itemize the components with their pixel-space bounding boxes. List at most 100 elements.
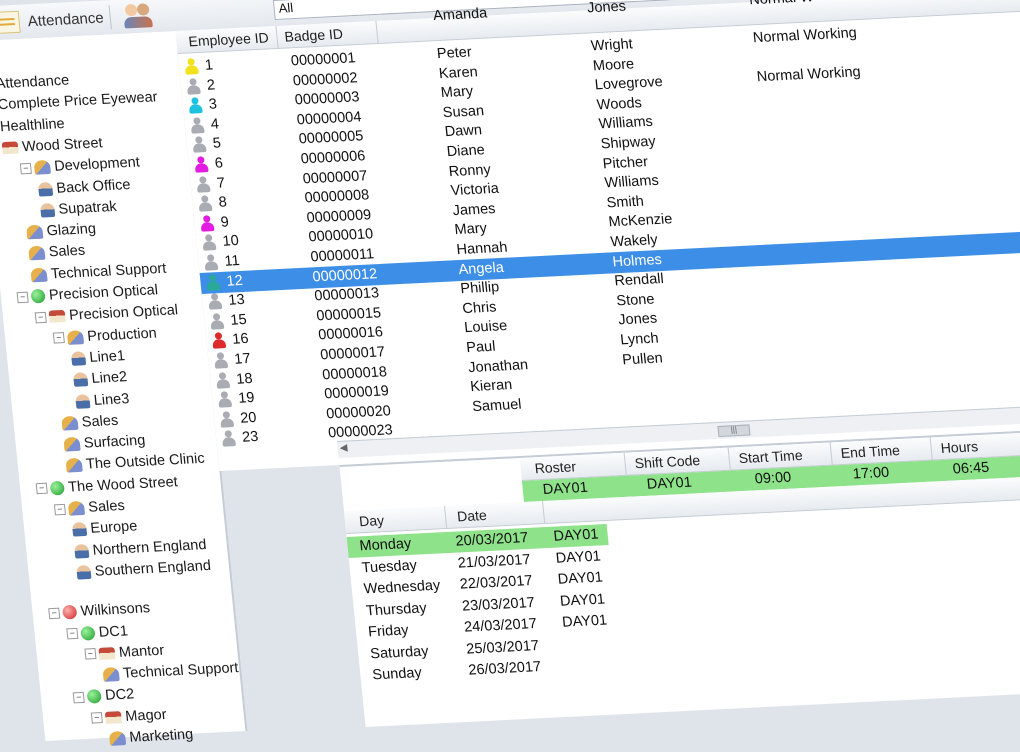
shift-code-column-header[interactable]: Shift Code bbox=[634, 452, 701, 471]
company-green-icon bbox=[80, 626, 95, 641]
column-divider[interactable] bbox=[444, 506, 447, 528]
tree-node[interactable]: Back Office bbox=[37, 175, 131, 200]
column-divider[interactable] bbox=[728, 448, 731, 470]
roster-cell: DAY01 bbox=[553, 526, 599, 544]
employee-grid: Employee ID Badge ID Amanda Jones Normal… bbox=[175, 0, 1020, 471]
tree-node-label: Precision Optical bbox=[48, 282, 158, 303]
first-name-cell: Susan bbox=[442, 103, 485, 121]
tree-node[interactable]: −Sales bbox=[53, 496, 125, 520]
first-name-cell: Victoria bbox=[450, 181, 500, 199]
first-name-cell: Dawn bbox=[444, 123, 483, 141]
column-divider[interactable] bbox=[624, 453, 627, 475]
roster-panel: Roster Shift Code Start Time End Time Ho… bbox=[339, 425, 1020, 727]
collapse-icon[interactable]: − bbox=[48, 607, 60, 619]
day-column-header[interactable]: Day bbox=[358, 512, 385, 529]
last-name-cell: Williams bbox=[604, 173, 660, 192]
department-icon bbox=[67, 330, 84, 345]
day-cell: Thursday bbox=[365, 600, 427, 619]
tree-node[interactable]: Line1 bbox=[70, 346, 125, 369]
first-name-cell: Angela bbox=[458, 259, 505, 277]
employee-id-cell: 18 bbox=[236, 370, 254, 387]
collapse-icon[interactable]: − bbox=[20, 163, 32, 175]
roster-column-header[interactable]: Roster bbox=[534, 458, 577, 476]
date-cell: 23/03/2017 bbox=[461, 594, 535, 614]
company-green-icon bbox=[30, 289, 45, 304]
person-icon bbox=[219, 411, 234, 429]
employee-id-cell: 16 bbox=[232, 331, 250, 348]
collapse-icon[interactable]: − bbox=[35, 312, 47, 324]
team-icon bbox=[72, 522, 87, 537]
last-name-cell: Rendall bbox=[614, 271, 665, 289]
collapse-icon[interactable]: − bbox=[91, 712, 103, 724]
collapse-icon[interactable]: − bbox=[17, 291, 29, 303]
tree-node[interactable]: Line2 bbox=[73, 367, 128, 390]
employee-id-cell: 12 bbox=[226, 272, 244, 289]
person-icon bbox=[188, 97, 203, 115]
users-icon bbox=[123, 3, 155, 29]
hours-column-header[interactable]: Hours bbox=[940, 438, 979, 456]
last-name-cell: Holmes bbox=[612, 252, 663, 270]
collapse-icon[interactable]: − bbox=[66, 628, 78, 640]
tree-node[interactable]: Europe bbox=[72, 517, 139, 540]
tree-node[interactable]: − The Wood Street bbox=[35, 472, 178, 499]
day-cell: Monday bbox=[359, 536, 412, 555]
last-name-cell: Pitcher bbox=[602, 154, 649, 172]
scrollbar-thumb[interactable]: ||| bbox=[717, 424, 750, 437]
badge-id-cell: 00000005 bbox=[298, 129, 364, 148]
collapse-icon[interactable]: − bbox=[36, 483, 48, 495]
badge-id-cell: 00000018 bbox=[322, 364, 388, 383]
tree-node-label: Marketing bbox=[129, 727, 194, 746]
tree-node[interactable]: −DC1 bbox=[66, 621, 129, 644]
date-cell: 26/03/2017 bbox=[468, 659, 542, 679]
tree-node[interactable]: Line3 bbox=[75, 389, 130, 412]
tree-node[interactable]: Supatrak bbox=[40, 197, 118, 221]
column-divider[interactable] bbox=[930, 437, 933, 459]
employee-id-cell: 7 bbox=[216, 175, 226, 191]
tree-node[interactable]: Attendance bbox=[0, 71, 70, 95]
employee-id-cell: 11 bbox=[224, 253, 241, 270]
department-icon bbox=[63, 437, 80, 452]
tree-node[interactable]: −Wilkinsons bbox=[48, 598, 151, 623]
date-column-header[interactable]: Date bbox=[456, 507, 487, 524]
badge-id-cell: 00000015 bbox=[316, 305, 382, 324]
site-icon bbox=[49, 310, 66, 323]
scroll-left-icon[interactable]: ◀ bbox=[339, 443, 348, 454]
end-time-column-header[interactable]: End Time bbox=[840, 442, 901, 461]
site-icon bbox=[105, 711, 122, 724]
company-red-icon bbox=[62, 605, 77, 620]
first-name-cell: Louise bbox=[464, 318, 508, 336]
tree-node[interactable]: Surfacing bbox=[63, 431, 146, 455]
attendance-toolbar-button[interactable]: Attendance bbox=[0, 5, 112, 35]
department-icon bbox=[68, 501, 85, 516]
collapse-icon[interactable]: − bbox=[84, 648, 96, 660]
employee-id-cell: 4 bbox=[210, 116, 220, 132]
collapse-icon[interactable]: − bbox=[53, 332, 65, 344]
tree-node-label: The Wood Street bbox=[67, 474, 178, 495]
collapse-icon[interactable]: − bbox=[73, 692, 85, 704]
first-name-cell: Amanda bbox=[432, 5, 488, 24]
tree-node[interactable]: −DC2 bbox=[72, 685, 135, 708]
tree-node[interactable]: −Mantor bbox=[84, 640, 165, 664]
tree-node[interactable]: Marketing bbox=[109, 725, 195, 749]
column-divider[interactable] bbox=[542, 501, 545, 523]
tree-node[interactable]: Glazing bbox=[26, 219, 97, 242]
employee-id-cell: 23 bbox=[241, 429, 259, 446]
tree-node[interactable]: Sales bbox=[61, 411, 119, 434]
column-divider[interactable] bbox=[830, 442, 833, 464]
tree-node-label: Complete Price Eyewear bbox=[0, 90, 158, 114]
employee-id-cell: 1 bbox=[204, 57, 214, 73]
badge-id-cell: 00000003 bbox=[294, 89, 360, 108]
last-name-cell: Lovegrove bbox=[594, 74, 663, 93]
tree-node[interactable]: Sales bbox=[28, 241, 86, 264]
collapse-icon[interactable]: − bbox=[54, 503, 66, 515]
tree-node[interactable]: Healthline bbox=[0, 114, 66, 137]
start-time-column-header[interactable]: Start Time bbox=[738, 447, 803, 466]
department-icon bbox=[28, 246, 45, 261]
tree-node[interactable]: −Production bbox=[52, 323, 157, 348]
badge-id-cell: 00000010 bbox=[308, 227, 374, 246]
day-cell: Wednesday bbox=[363, 578, 441, 598]
person-icon bbox=[221, 430, 236, 448]
tree-node[interactable]: −Magor bbox=[90, 705, 167, 729]
tree-node-label: Technical Support bbox=[122, 660, 239, 682]
first-name-cell: Mary bbox=[454, 221, 488, 239]
